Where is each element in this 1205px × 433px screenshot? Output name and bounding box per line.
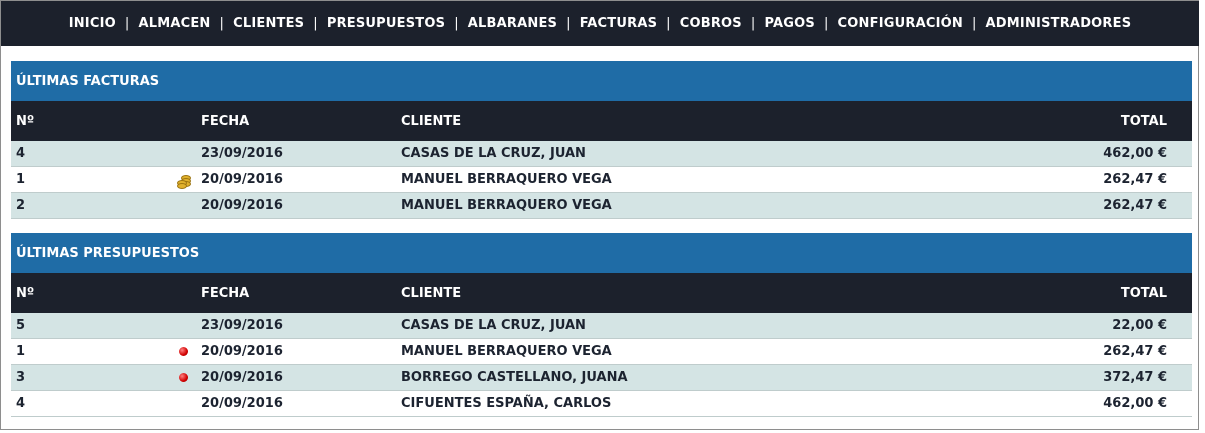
cell-numero: 5 — [11, 313, 171, 339]
cell-icon — [171, 192, 196, 219]
cell-cliente: CASAS DE LA CRUZ, JUAN — [396, 313, 962, 339]
nav-separator: | — [971, 16, 977, 31]
cell-cliente: CIFUENTES ESPAÑA, CARLOS — [396, 390, 962, 417]
cell-numero: 4 — [11, 141, 171, 167]
facturas-table-body: 4 23/09/2016 CASAS DE LA CRUZ, JUAN 462,00 … — [11, 141, 1192, 219]
column-header-total[interactable]: TOTAL — [962, 273, 1192, 313]
cell-fecha: 20/09/2016 — [196, 364, 396, 391]
red-dot-icon — [179, 347, 188, 356]
cell-icon — [171, 141, 196, 167]
column-header-cliente[interactable]: CLIENTE — [396, 101, 962, 141]
nav-item-pagos[interactable]: PAGOS — [764, 16, 814, 31]
red-dot-icon — [179, 373, 188, 382]
cell-total: 22,00 € — [962, 313, 1192, 339]
cell-cliente: CASAS DE LA CRUZ, JUAN — [396, 141, 962, 167]
column-header-cliente[interactable]: CLIENTE — [396, 273, 962, 313]
nav-item-configuración[interactable]: CONFIGURACIÓN — [838, 16, 963, 31]
table-row[interactable]: 2 20/09/2016 MANUEL BERRAQUERO VEGA 262,47 … — [11, 192, 1192, 219]
nav-separator: | — [750, 16, 756, 31]
cell-numero: 1 — [11, 338, 171, 365]
nav-item-cobros[interactable]: COBROS — [680, 16, 742, 31]
table-row[interactable]: 3 20/09/2016 BORREGO CASTELLANO, JUANA 372,… — [11, 364, 1192, 391]
cell-fecha: 20/09/2016 — [196, 192, 396, 219]
cell-total: 462,00 € — [962, 141, 1192, 167]
cell-icon — [171, 313, 196, 339]
column-header-fecha[interactable]: FECHA — [196, 273, 396, 313]
cell-fecha: 23/09/2016 — [196, 313, 396, 339]
cell-fecha: 23/09/2016 — [196, 141, 396, 167]
nav-item-almacen[interactable]: ALMACEN — [138, 16, 210, 31]
table-row[interactable]: 4 23/09/2016 CASAS DE LA CRUZ, JUAN 462,00 … — [11, 141, 1192, 167]
cell-numero: 1 — [11, 166, 171, 193]
nav-separator: | — [823, 16, 829, 31]
facturas-table: Nº FECHA CLIENTE TOTAL 4 23/09/2016 CASAS … — [11, 101, 1192, 219]
cell-cliente: BORREGO CASTELLANO, JUANA — [396, 364, 962, 391]
column-header-total[interactable]: TOTAL — [962, 101, 1192, 141]
nav-item-inicio[interactable]: INICIO — [69, 16, 116, 31]
cell-total: 262,47 € — [962, 166, 1192, 193]
facturas-header-row: Nº FECHA CLIENTE TOTAL — [11, 101, 1192, 141]
main-navigation: INICIO | ALMACEN | CLIENTES | PRESUPUESTOS | ALB… — [1, 1, 1199, 46]
nav-separator: | — [566, 16, 571, 31]
nav-item-facturas[interactable]: FACTURAS — [580, 16, 657, 31]
column-header-fecha[interactable]: FECHA — [196, 101, 396, 141]
table-row[interactable]: 1 20/09/2016 MANUEL BERRAQUERO VEGA 262,47 … — [11, 166, 1192, 193]
nav-separator: | — [454, 16, 459, 31]
nav-separator: | — [124, 16, 130, 31]
table-row[interactable]: 1 20/09/2016 MANUEL BERRAQUERO VEGA 262,47 … — [11, 338, 1192, 365]
cell-cliente: MANUEL BERRAQUERO VEGA — [396, 192, 962, 219]
nav-separator: | — [313, 16, 318, 31]
cell-total: 262,47 € — [962, 338, 1192, 365]
table-row[interactable]: 5 23/09/2016 CASAS DE LA CRUZ, JUAN 22,00 € — [11, 313, 1192, 339]
presupuestos-panel-title: ÚLTIMAS PRESUPUESTOS — [11, 233, 1192, 273]
coins-icon — [176, 173, 191, 189]
cell-numero: 4 — [11, 390, 171, 417]
cell-fecha: 20/09/2016 — [196, 390, 396, 417]
presupuestos-table-body: 5 23/09/2016 CASAS DE LA CRUZ, JUAN 22,00 €… — [11, 313, 1192, 417]
presupuestos-table: Nº FECHA CLIENTE TOTAL 5 23/09/2016 CASAS … — [11, 273, 1192, 417]
nav-item-albaranes[interactable]: ALBARANES — [468, 16, 557, 31]
nav-item-clientes[interactable]: CLIENTES — [233, 16, 304, 31]
presupuestos-panel: ÚLTIMAS PRESUPUESTOS Nº FECHA CLIENTE TO… — [11, 233, 1192, 417]
cell-numero: 3 — [11, 364, 171, 391]
cell-fecha: 20/09/2016 — [196, 338, 396, 365]
nav-item-presupuestos[interactable]: PRESUPUESTOS — [327, 16, 445, 31]
column-header-n[interactable]: Nº — [11, 101, 171, 141]
column-header-icon — [171, 101, 196, 141]
cell-total: 462,00 € — [962, 390, 1192, 417]
nav-item-administradores[interactable]: ADMINISTRADORES — [986, 16, 1132, 31]
facturas-panel-title: ÚLTIMAS FACTURAS — [11, 61, 1192, 101]
table-row[interactable]: 4 20/09/2016 CIFUENTES ESPAÑA, CARLOS 462,0… — [11, 390, 1192, 417]
cell-total: 372,47 € — [962, 364, 1192, 391]
cell-icon — [171, 364, 196, 391]
cell-cliente: MANUEL BERRAQUERO VEGA — [396, 338, 962, 365]
presupuestos-header-row: Nº FECHA CLIENTE TOTAL — [11, 273, 1192, 313]
cell-fecha: 20/09/2016 — [196, 166, 396, 193]
cell-icon — [171, 390, 196, 417]
cell-icon — [171, 338, 196, 365]
nav-separator: | — [219, 16, 225, 31]
cell-cliente: MANUEL BERRAQUERO VEGA — [396, 166, 962, 193]
column-header-n[interactable]: Nº — [11, 273, 171, 313]
cell-numero: 2 — [11, 192, 171, 219]
nav-separator: | — [666, 16, 671, 31]
cell-icon — [171, 166, 196, 193]
column-header-icon — [171, 273, 196, 313]
facturas-panel: ÚLTIMAS FACTURAS Nº FECHA CLIENTE TOTAL … — [11, 61, 1192, 219]
cell-total: 262,47 € — [962, 192, 1192, 219]
